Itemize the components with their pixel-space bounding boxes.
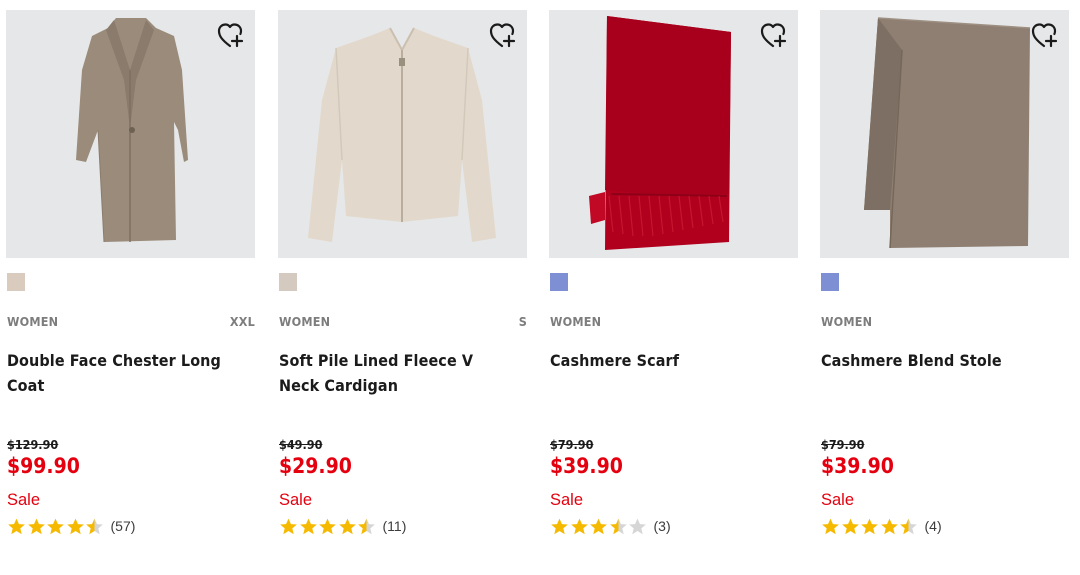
star-full-icon [570,518,588,534]
heart-plus-icon[interactable] [489,22,519,50]
star-half-icon [86,518,103,534]
product-category: WOMEN [550,313,602,329]
product-name[interactable]: Soft Pile Lined Fleece V Neck Cardigan [279,348,509,398]
product-image[interactable] [6,10,255,258]
product-category: WOMEN [279,313,331,329]
sale-price: $29.90 [279,454,352,478]
original-price: $79.90 [821,437,865,452]
product-meta: WOMEN [821,313,1069,329]
product-category: WOMEN [7,313,59,329]
product-image[interactable] [820,10,1069,258]
star-full-icon [299,518,317,534]
color-swatch[interactable] [550,273,568,291]
rating: (11) [279,515,406,537]
sale-label: Sale [821,491,855,509]
star-full-icon [47,518,64,534]
color-swatch[interactable] [7,273,25,291]
original-price: $49.90 [279,437,323,452]
sale-label: Sale [7,491,41,509]
product-card[interactable]: WOMEN Cashmere Blend Stole $79.90 $39.90… [820,10,1069,570]
heart-plus-icon[interactable] [217,22,247,50]
product-image[interactable] [549,10,798,258]
color-swatch[interactable] [279,273,297,291]
star-half-icon [609,518,627,534]
star-full-icon [841,518,859,534]
star-half-icon [358,518,375,534]
star-full-icon [880,518,898,534]
star-full-icon [8,518,25,534]
product-size-range: XXL [229,313,255,329]
star-full-icon [861,518,878,534]
product-meta: WOMEN S [279,313,527,329]
sale-price: $39.90 [821,454,894,478]
product-size-range: S [518,313,527,329]
product-name[interactable]: Cashmere Scarf [550,348,780,373]
heart-plus-icon[interactable] [1031,22,1061,50]
heart-plus-icon[interactable] [760,22,790,50]
review-count[interactable]: (3) [654,518,671,534]
review-count[interactable]: (57) [111,518,136,534]
product-name[interactable]: Cashmere Blend Stole [821,348,1051,373]
original-price: $129.90 [7,437,59,452]
sale-price: $99.90 [7,454,80,478]
star-full-icon [590,518,607,534]
rating: (3) [550,515,671,537]
color-swatch[interactable] [821,273,839,291]
star-full-icon [822,518,839,534]
product-image[interactable] [278,10,527,258]
review-count[interactable]: (11) [383,518,407,534]
star-rating [550,517,648,536]
star-rating [821,517,919,536]
original-price: $79.90 [550,437,594,452]
product-card[interactable]: WOMEN Cashmere Scarf $79.90 $39.90 Sale … [549,10,798,570]
product-category: WOMEN [821,313,873,329]
product-meta: WOMEN XXL [7,313,255,329]
star-rating [7,517,105,536]
sale-label: Sale [279,491,313,509]
star-full-icon [319,518,336,534]
rating: (57) [7,515,135,537]
product-card[interactable]: WOMEN S Soft Pile Lined Fleece V Neck Ca… [278,10,527,570]
review-count[interactable]: (4) [925,518,942,534]
product-card[interactable]: WOMEN XXL Double Face Chester Long Coat … [6,10,255,570]
star-rating [279,517,377,536]
product-grid: WOMEN XXL Double Face Chester Long Coat … [0,0,1080,575]
sale-label: Sale [550,491,584,509]
star-half-icon [900,518,917,534]
product-meta: WOMEN [550,313,798,329]
star-full-icon [551,518,568,534]
sale-price: $39.90 [550,454,623,478]
star-full-icon [66,518,84,534]
star-full-icon [27,518,45,534]
star-empty-icon [629,518,646,534]
star-full-icon [338,518,356,534]
star-full-icon [280,518,297,534]
product-name[interactable]: Double Face Chester Long Coat [7,348,237,398]
rating: (4) [821,515,942,537]
